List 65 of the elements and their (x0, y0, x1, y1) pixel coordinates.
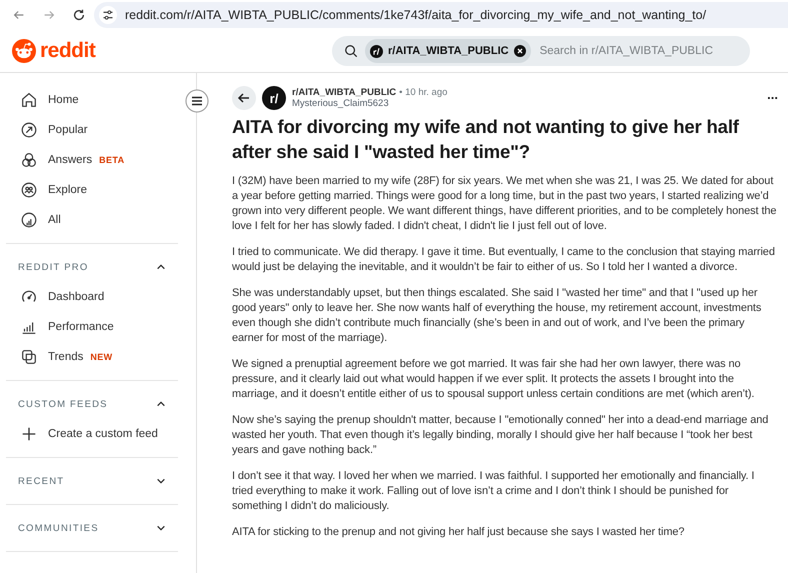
post-paragraph: I tried to communicate. We did therapy. I gave it time. But eventually, I came to the conclusion that staying married would just be delaying the inevitable, and it wouldn’t be fair to either of us. So I told her I wanted a divorce. (232, 245, 776, 275)
sidebar-item[interactable]: Trends NEW (6, 342, 178, 372)
chevron-icon (156, 523, 166, 533)
item-label: Answers (48, 154, 92, 166)
url-text: reddit.com/r/AITA_WIBTA_PUBLIC/comments/1ke743f/aita_for_divorcing_my_wife_and_not_wanting_to/ (125, 8, 706, 22)
item-label: All (48, 214, 61, 226)
sidebar-item[interactable]: All (6, 205, 178, 235)
sidebar-item[interactable]: Dashboard (6, 282, 178, 312)
site-settings-icon[interactable] (99, 6, 117, 24)
section-header[interactable]: RECENT (6, 460, 178, 496)
sidebar-item[interactable]: Create a custom feed (6, 419, 178, 449)
sidebar-item[interactable]: Popular (6, 115, 178, 145)
badge-label: NEW (90, 352, 113, 362)
alien-logo-icon[interactable] (12, 39, 36, 63)
back-icon[interactable] (232, 86, 256, 110)
item-label: Explore (48, 184, 87, 196)
post-paragraph: Now she’s saying the prenup shouldn't matter, because I "emotionally conned" her into a dead-end marriage and wasted her youth. That even though it’s legally binding, morally I should give her half because I “took her best years and gave nothing back.” (232, 413, 770, 458)
post-title: AITA for divorcing my wife and not wanting to give her half after she said I "wasted her time"? (232, 115, 740, 164)
subreddit-name[interactable]: r/AITA_WIBTA_PUBLIC (292, 87, 396, 98)
item-label: Trends (48, 351, 84, 363)
popular-icon (20, 121, 38, 139)
search-icon (344, 44, 358, 58)
section-header[interactable]: REDDIT PRO (6, 246, 178, 282)
section-header[interactable]: CUSTOM FEEDS (6, 383, 178, 419)
all-icon (20, 211, 38, 229)
trends-icon (20, 348, 38, 366)
item-label: Dashboard (48, 291, 104, 303)
badge-label: BETA (99, 155, 125, 165)
sidebar-item[interactable]: Performance (6, 312, 178, 342)
chevron-icon (156, 262, 166, 272)
sidebar-item[interactable]: Home (6, 85, 178, 115)
chevron-icon (156, 476, 166, 486)
post-paragraph: I (32M) have been married to my wife (28F) for six years. We met when she was 21, I was 25. We dated for about a year before getting married. Things were good for a long time, but in the past two years, I started realizing we’d grown into very different people. We want different things, have different priorities, and to be completely honest the love I felt for her has slowly faded. I didn't cheat, I didn't lie I just fell out of love. (232, 174, 778, 234)
item-label: Performance (48, 321, 114, 333)
subreddit-chip[interactable]: r/AITA_WIBTA_PUBLIC (365, 39, 531, 63)
search-field[interactable]: r/AITA_WIBTA_PUBLIC Search in r/AITA_WIBTA_PUBLIC (332, 36, 750, 66)
post-paragraph: We signed a prenuptial agreement before we got married. It was fair she had her own lawyer, there was no pressure, and it clearly laid out what would happen if we ever split. It protects the assets I brought into the marriage, and it doesn’t entitle either of us to spousal support unless certain conditions are met (which aren’t). (232, 357, 756, 402)
home-icon (20, 91, 38, 109)
section-title: RECENT (18, 476, 64, 486)
chip-label: r/AITA_WIBTA_PUBLIC (388, 45, 509, 57)
section-title: REDDIT PRO (18, 262, 88, 272)
subreddit-avatar-icon (370, 44, 383, 58)
section-title: COMMUNITIES (18, 522, 99, 534)
explore-icon (20, 181, 38, 199)
item-label: Home (48, 94, 79, 106)
section-title: CUSTOM FEEDS (18, 398, 108, 410)
post-paragraph: She was understandably upset, but then things escalated. She said I "wasted her time" and that I "used up her good years" only to leave her. She now wants half of everything the house, my retirement account, investments even though she didn’t contribute much financially (she’s been in and out of work, and I’ve been the primary earner for most of the marriage). (232, 286, 762, 346)
sidebar-item[interactable]: Answers BETA (6, 145, 178, 175)
subreddit-avatar[interactable]: r/ (262, 86, 286, 110)
plus-icon (20, 425, 38, 443)
post-paragraph: AITA for sticking to the prenup and not giving her half just because she says I wasted her time? (232, 525, 686, 540)
menu-icon[interactable] (185, 89, 209, 113)
author-name[interactable]: Mysterious_Claim5623 (292, 98, 762, 109)
post-time: • 10 hr. ago (399, 87, 448, 98)
section-header[interactable]: COMMUNITIES (6, 507, 178, 543)
reload-icon[interactable] (72, 8, 86, 22)
post-paragraph: I don’t see it that way. I loved her when we married. I was faithful. I supported her emotionally and financially. I tried everything to make it work. Falling out of love isn’t a crime and I don’t think I should be punished for something I didn’t do maliciously. (232, 469, 756, 514)
more-options[interactable]: ... (767, 91, 778, 99)
close-icon[interactable] (514, 45, 526, 57)
address-bar[interactable]: reddit.com/r/AITA_WIBTA_PUBLIC/comments/1ke743f/aita_for_divorcing_my_wife_and_not_wanting_to/ (94, 2, 788, 28)
chevron-icon (156, 399, 166, 409)
item-label: Popular (48, 124, 88, 136)
answers-icon (20, 151, 38, 169)
item-label: Create a custom feed (48, 428, 158, 440)
sidebar-item[interactable]: Explore (6, 175, 178, 205)
